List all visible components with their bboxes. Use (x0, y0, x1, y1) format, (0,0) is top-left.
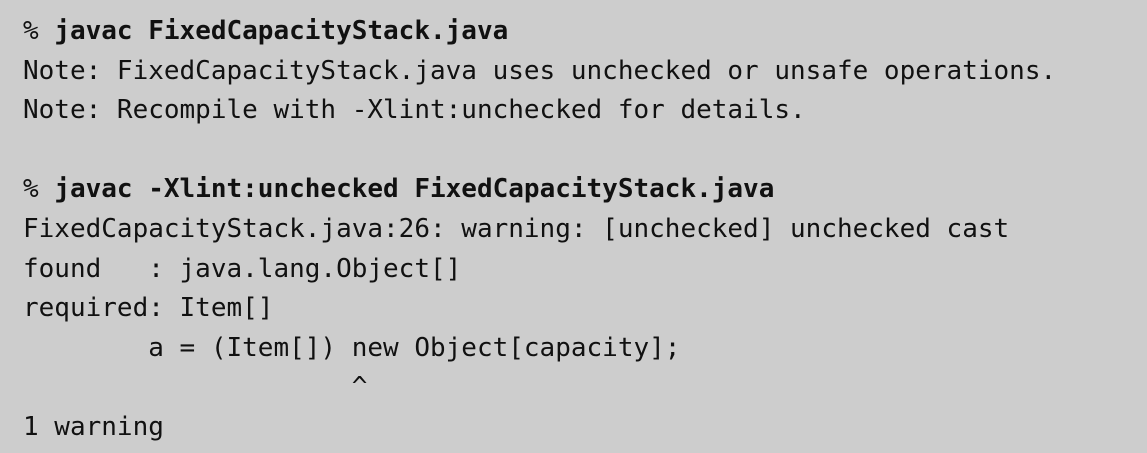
command-line-1: % javac FixedCapacityStack.java (23, 12, 1147, 52)
output-line: Note: FixedCapacityStack.java uses unche… (23, 55, 1057, 86)
output-line: Note: Recompile with -Xlint:unchecked fo… (23, 95, 806, 126)
prompt-symbol: % (23, 174, 55, 205)
summary-line: 1 warning (23, 411, 164, 442)
command-text: javac -Xlint:unchecked FixedCapacityStac… (54, 174, 775, 205)
command-line-2: % javac -Xlint:unchecked FixedCapacitySt… (23, 170, 1147, 210)
terminal-output: % javac FixedCapacityStack.java Note: Fi… (0, 0, 1147, 453)
output-line: found : java.lang.Object[] (23, 253, 462, 284)
output-line: required: Item[] (23, 293, 274, 324)
prompt-symbol: % (23, 16, 55, 46)
caret-line: ^ (23, 372, 368, 403)
code-line: a = (Item[]) new Object[capacity]; (23, 332, 681, 363)
command-text: javac FixedCapacityStack.java (54, 16, 509, 46)
warning-line: FixedCapacityStack.java:26: warning: [un… (23, 213, 1010, 244)
